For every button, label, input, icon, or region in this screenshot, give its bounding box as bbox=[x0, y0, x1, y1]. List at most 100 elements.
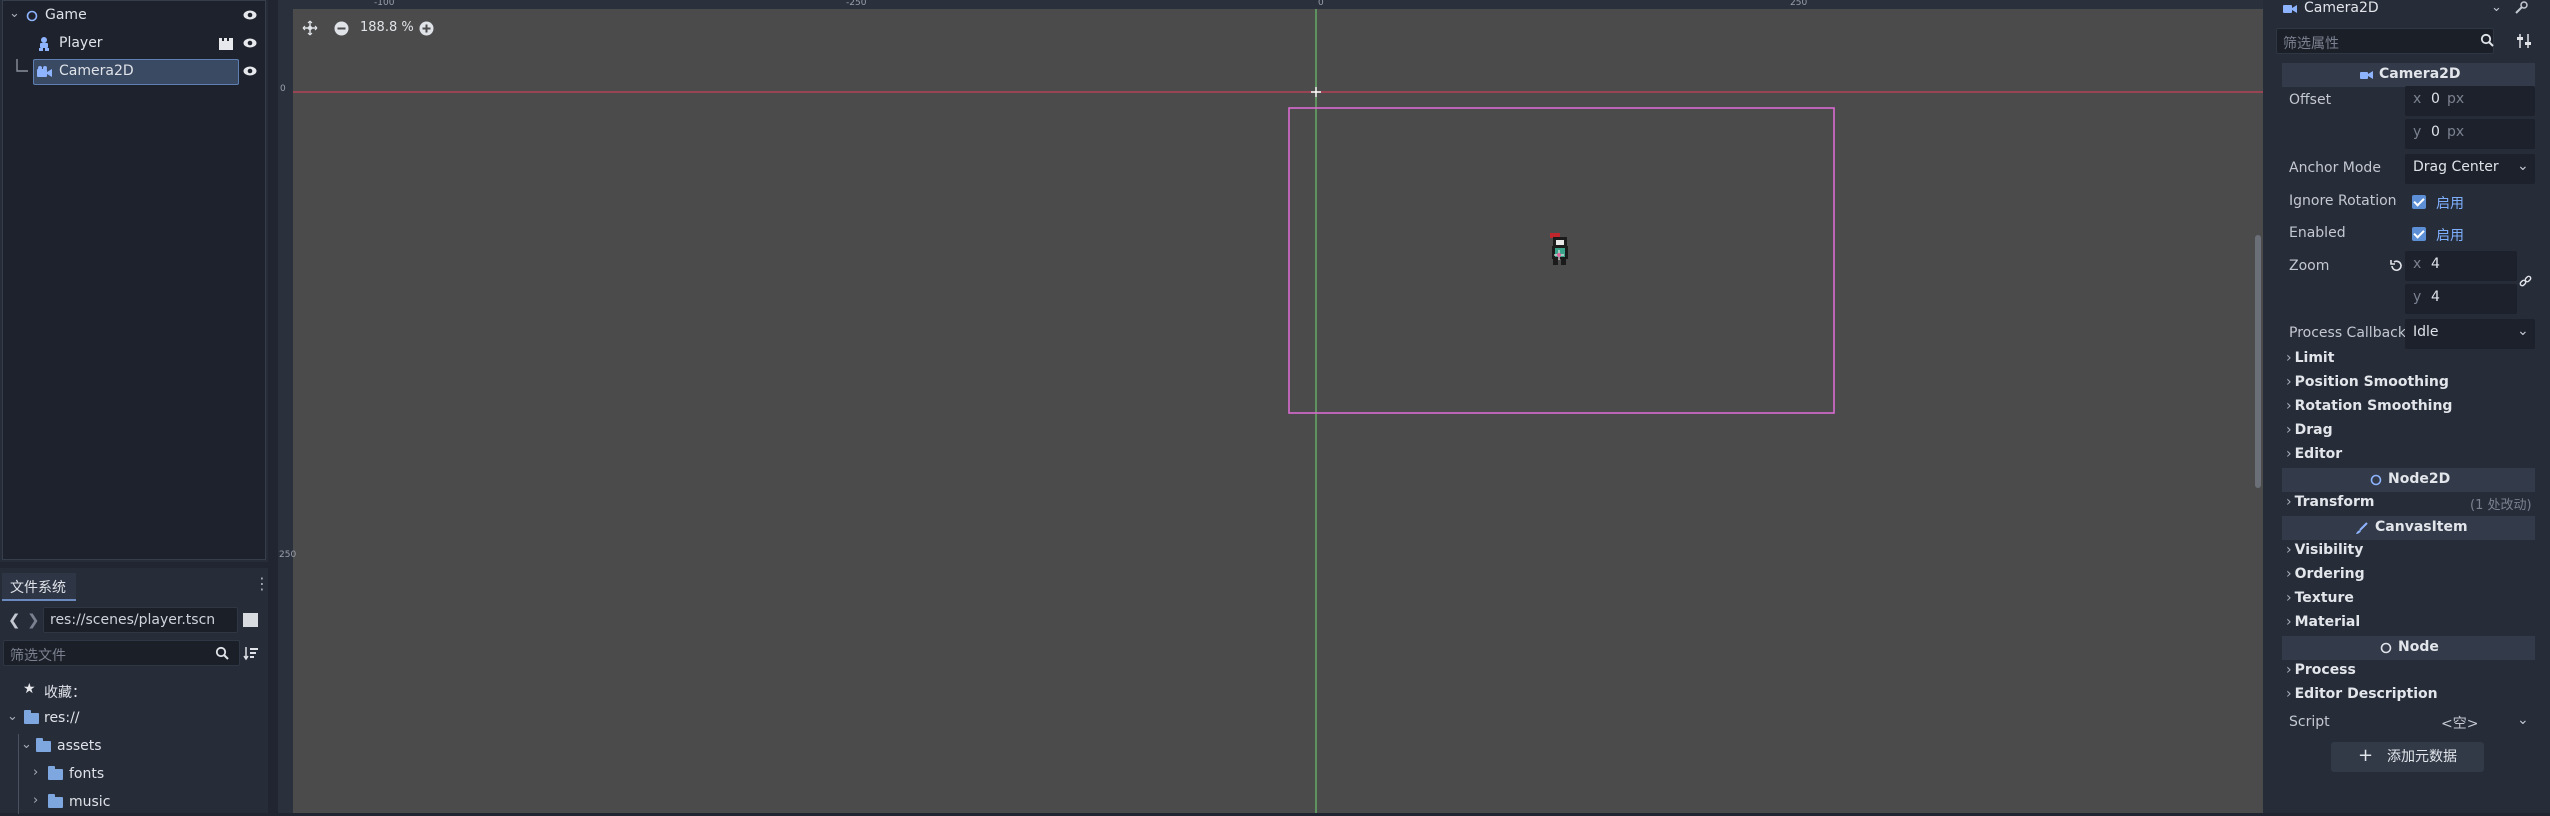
node-icon bbox=[2380, 642, 2392, 654]
property-label-offset: Offset bbox=[2289, 92, 2332, 108]
add-metadata-button[interactable]: + 添加元数据 bbox=[2331, 742, 2484, 772]
zoom-out-icon[interactable] bbox=[334, 21, 349, 36]
tab-label: 文件系统 bbox=[10, 580, 66, 596]
group-rotation-smoothing[interactable]: › Rotation Smoothing bbox=[2286, 398, 2452, 414]
visibility-eye-icon[interactable] bbox=[243, 65, 257, 77]
group-process[interactable]: › Process bbox=[2286, 662, 2356, 678]
checkbox-label: 启用 bbox=[2436, 228, 2464, 244]
split-mode-icon[interactable] bbox=[243, 613, 258, 627]
zoom-x-value: 4 bbox=[2431, 256, 2440, 272]
process-callback-dropdown[interactable]: Idle ⌄ bbox=[2405, 319, 2535, 349]
chevron-down-icon: ⌄ bbox=[2517, 158, 2529, 174]
favorites-row[interactable]: ★ 收藏： bbox=[0, 678, 268, 704]
zoom-x-field[interactable]: x 4 bbox=[2405, 251, 2517, 281]
fs-item-label: music bbox=[69, 794, 111, 810]
dropdown-value: Idle bbox=[2413, 324, 2439, 340]
section-header-node[interactable]: Node bbox=[2282, 636, 2535, 660]
folder-icon bbox=[24, 710, 39, 724]
property-label-process-callback: Process Callback bbox=[2289, 325, 2406, 341]
section-title: Camera2D bbox=[2379, 66, 2461, 82]
button-label: 添加元数据 bbox=[2387, 749, 2458, 765]
section-title: Node bbox=[2398, 639, 2439, 655]
inspector-node-name[interactable]: Camera2D bbox=[2304, 0, 2379, 16]
group-position-smoothing[interactable]: › Position Smoothing bbox=[2286, 374, 2449, 390]
chevron-down-icon[interactable]: ⌄ bbox=[2491, 0, 2502, 15]
property-label-ignore-rotation: Ignore Rotation bbox=[2289, 193, 2397, 209]
collapse-arrow-icon[interactable]: ⌄ bbox=[7, 709, 18, 724]
sort-icon[interactable] bbox=[243, 645, 259, 661]
origin-marker bbox=[1311, 87, 1321, 97]
ruler-tick-label: -100 bbox=[374, 0, 395, 8]
ruler-tick-label: 0 bbox=[280, 84, 286, 94]
zoom-y-field[interactable]: y 4 bbox=[2405, 284, 2517, 314]
anchor-mode-dropdown[interactable]: Drag Center ⌄ bbox=[2405, 154, 2535, 184]
tree-node-camera2d[interactable]: Camera2D bbox=[3, 59, 267, 85]
section-header-canvasitem[interactable]: CanvasItem bbox=[2282, 516, 2535, 540]
folder-icon bbox=[48, 766, 63, 780]
clapperboard-icon[interactable] bbox=[219, 38, 233, 50]
camera-icon bbox=[37, 66, 52, 77]
scene-tree[interactable]: ⌄ Game Player Camera2D bbox=[2, 0, 266, 560]
file-filter-input[interactable]: 筛选文件 bbox=[3, 640, 240, 666]
canvas-viewport[interactable]: 188.8 % bbox=[278, 0, 2263, 813]
kebab-menu-icon[interactable]: ⋮ bbox=[254, 574, 270, 593]
ruler-tick-label: -250 bbox=[846, 0, 867, 8]
expand-arrow-icon[interactable]: › bbox=[33, 793, 38, 808]
changes-badge: (1 处改动) bbox=[2470, 498, 2532, 513]
section-header-node2d[interactable]: Node2D bbox=[2282, 468, 2535, 492]
property-label-anchor-mode: Anchor Mode bbox=[2289, 160, 2381, 176]
group-ordering[interactable]: › Ordering bbox=[2286, 566, 2365, 582]
node2d-icon bbox=[2370, 474, 2382, 486]
fs-item-label: fonts bbox=[69, 766, 105, 782]
offset-y-field[interactable]: y 0 px bbox=[2405, 119, 2535, 149]
forward-arrow-icon[interactable]: ❯ bbox=[27, 611, 40, 629]
fs-item-fonts[interactable]: › fonts bbox=[0, 762, 268, 788]
tree-node-label: Camera2D bbox=[59, 63, 134, 79]
enabled-checkbox[interactable] bbox=[2412, 227, 2426, 241]
group-texture[interactable]: › Texture bbox=[2286, 590, 2354, 606]
player-sprite[interactable] bbox=[1547, 233, 1571, 273]
path-field[interactable]: res://scenes/player.tscn bbox=[43, 607, 238, 633]
section-header-camera2d[interactable]: Camera2D bbox=[2282, 63, 2535, 87]
sliders-icon[interactable] bbox=[2516, 33, 2532, 49]
tab-filesystem[interactable]: 文件系统 bbox=[2, 573, 76, 601]
brush-icon bbox=[2356, 522, 2368, 534]
camera-icon bbox=[2283, 5, 2297, 13]
ignore-rotation-checkbox[interactable] bbox=[2412, 195, 2426, 209]
ruler-horizontal[interactable]: -100 -250 0 250 bbox=[278, 0, 2278, 9]
group-drag[interactable]: › Drag bbox=[2286, 422, 2333, 438]
group-editor-description[interactable]: › Editor Description bbox=[2286, 686, 2438, 702]
collapse-arrow-icon[interactable]: ⌄ bbox=[9, 6, 20, 21]
property-label-zoom: Zoom bbox=[2289, 258, 2330, 274]
property-filter-input[interactable]: 筛选属性 bbox=[2276, 28, 2494, 54]
visibility-eye-icon[interactable] bbox=[243, 9, 257, 21]
ruler-vertical[interactable]: 0 250 bbox=[278, 0, 296, 813]
script-resource-picker[interactable]: <空> ⌄ bbox=[2405, 708, 2535, 738]
visibility-eye-icon[interactable] bbox=[243, 37, 257, 49]
back-arrow-icon[interactable]: ❮ bbox=[8, 611, 21, 629]
group-visibility[interactable]: › Visibility bbox=[2286, 542, 2363, 558]
pan-view-icon[interactable] bbox=[302, 20, 318, 36]
revert-icon[interactable] bbox=[2389, 259, 2403, 273]
axis-label-y: y bbox=[2413, 289, 2422, 305]
group-editor[interactable]: › Editor bbox=[2286, 446, 2342, 462]
expand-arrow-icon[interactable]: › bbox=[33, 765, 38, 780]
viewport-scrollbar[interactable] bbox=[2255, 235, 2261, 488]
tree-node-game[interactable]: ⌄ Game bbox=[3, 3, 267, 29]
axis-label-y: y bbox=[2413, 124, 2422, 140]
tools-icon[interactable] bbox=[2514, 1, 2528, 15]
search-icon bbox=[215, 646, 229, 660]
zoom-in-icon[interactable] bbox=[419, 21, 434, 36]
fs-item-music[interactable]: › music bbox=[0, 790, 268, 816]
fs-item-root[interactable]: ⌄ res:// bbox=[0, 706, 268, 732]
group-material[interactable]: › Material bbox=[2286, 614, 2360, 630]
collapse-arrow-icon[interactable]: ⌄ bbox=[21, 737, 32, 752]
chevron-down-icon: ⌄ bbox=[2517, 712, 2529, 728]
fs-item-assets[interactable]: ⌄ assets bbox=[0, 734, 268, 814]
offset-x-field[interactable]: x 0 px bbox=[2405, 86, 2535, 116]
group-limit[interactable]: › Limit bbox=[2286, 350, 2334, 366]
link-icon[interactable] bbox=[2519, 275, 2533, 289]
group-transform[interactable]: › Transform bbox=[2286, 494, 2374, 510]
tree-node-player[interactable]: Player bbox=[3, 31, 267, 57]
zoom-level-label[interactable]: 188.8 % bbox=[360, 20, 414, 35]
